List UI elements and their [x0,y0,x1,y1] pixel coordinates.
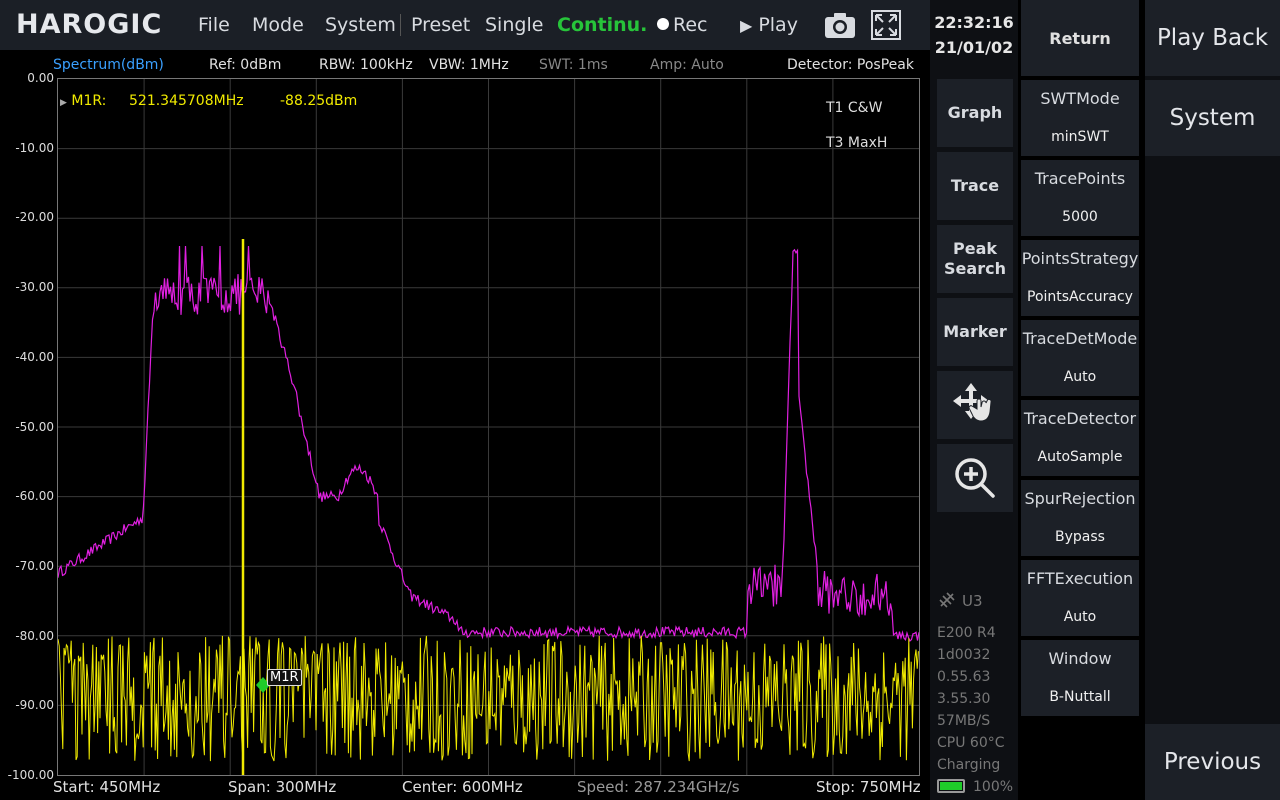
sweep-speed: Speed: 287.234GHz/s [577,778,740,796]
start-frequency[interactable]: Start: 450MHz [53,778,160,796]
y-tick: -30.00 [15,280,54,294]
clock-time: 22:32:16 [934,13,1014,32]
nav-peak-label: Peak [952,239,997,258]
nav-marker[interactable]: Marker [937,298,1013,366]
mode-label[interactable]: Spectrum(dBm) [53,57,164,73]
param-title: SpurRejection [1024,489,1136,508]
marker-readout: ▶ M1R: [60,93,107,109]
rec-button[interactable]: Rec [657,14,707,36]
nav-peak-search[interactable]: Peak Search [937,225,1013,293]
menu-system[interactable]: System [325,14,396,36]
menu-file[interactable]: File [198,14,230,36]
clock: 22:32:16 21/01/02 [930,10,1018,60]
y-tick: -100.00 [7,768,54,782]
record-icon [657,18,669,30]
param-tracepoints[interactable]: TracePoints 5000 [1021,160,1139,236]
swt-value[interactable]: SWT: 1ms [539,57,608,73]
rec-label: Rec [673,14,708,36]
param-title: SWTMode [1040,89,1120,108]
param-value: minSWT [1051,129,1109,145]
y-tick: -80.00 [15,629,54,643]
y-tick: -40.00 [15,350,54,364]
stop-frequency[interactable]: Stop: 750MHz [816,778,921,796]
param-pointsstrategy[interactable]: PointsStrategy PointsAccuracy [1021,240,1139,316]
param-fftexecution[interactable]: FFTExecution Auto [1021,560,1139,636]
detector-value[interactable]: Detector: PosPeak [787,57,914,73]
usb-icon [937,590,957,614]
param-value: Auto [1063,609,1097,625]
param-title: FFTExecution [1026,569,1134,588]
param-title: PointsStrategy [1021,249,1139,268]
param-value: PointsAccuracy [1027,289,1133,305]
play-label: Play [758,14,798,36]
menu-divider [400,14,401,36]
param-value: 5000 [1062,209,1098,225]
usb-label: U3 [962,592,983,610]
param-value: Bypass [1055,529,1105,545]
pan-icon[interactable] [937,371,1013,439]
param-title: TraceDetMode [1022,329,1138,348]
y-tick: -90.00 [15,698,54,712]
marker-frequency: 521.345708MHz [129,93,244,109]
param-value: B-Nuttall [1049,689,1111,705]
y-tick: -60.00 [15,489,54,503]
param-title: TraceDetector [1023,409,1137,428]
param-tracedetector[interactable]: TraceDetector AutoSample [1021,400,1139,476]
marker-tag[interactable]: M1R [267,669,302,686]
y-tick: -20.00 [15,210,54,224]
amp-value[interactable]: Amp: Auto [650,57,724,73]
nav-trace[interactable]: Trace [937,152,1013,220]
device-build: 1d0032 [937,647,991,663]
harogic-logo: HAROGIC [16,9,163,40]
vbw-value[interactable]: VBW: 1MHz [429,57,509,73]
param-value: AutoSample [1037,449,1123,465]
play-icon: ▶ [740,16,753,35]
battery-percent: 100% [973,779,1014,795]
param-value: Auto [1063,369,1097,385]
legend-t1[interactable]: T1 C&W [826,100,882,116]
marker-label: M1R: [71,93,107,109]
span-value[interactable]: Span: 300MHz [228,778,336,796]
zoom-in-icon[interactable] [937,444,1013,512]
fullscreen-icon[interactable] [871,10,901,44]
camera-icon[interactable] [824,11,856,43]
marker-level: -88.25dBm [280,93,358,109]
cpu-temperature: CPU 60°C [937,735,1005,751]
center-frequency[interactable]: Center: 600MHz [402,778,523,796]
y-tick: 0.00 [27,71,54,85]
param-swtmode[interactable]: SWTMode minSWT [1021,80,1139,156]
firmware-version: 0.55.63 [937,669,991,685]
charging-status: Charging [937,757,1001,773]
param-spurrejection[interactable]: SpurRejection Bypass [1021,480,1139,556]
rbw-value[interactable]: RBW: 100kHz [319,57,413,73]
y-tick: -50.00 [15,420,54,434]
device-model: E200 R4 [937,625,996,641]
y-tick: -10.00 [15,141,54,155]
clock-date: 21/01/02 [934,38,1014,57]
battery-icon [937,779,965,793]
data-rate: 57MB/S [937,713,991,729]
menu-preset[interactable]: Preset [411,14,470,36]
playback-button[interactable]: Play Back [1145,0,1280,76]
param-window[interactable]: Window B-Nuttall [1021,640,1139,716]
nav-search-label: Search [944,259,1006,278]
menu-mode[interactable]: Mode [252,14,304,36]
param-tracedetmode[interactable]: TraceDetMode Auto [1021,320,1139,396]
previous-button[interactable]: Previous [1145,724,1280,800]
plot-grid [58,79,919,775]
menu-continuous[interactable]: Continu. [557,14,647,36]
spectrum-plot[interactable] [57,78,920,776]
system-button[interactable]: System [1145,80,1280,156]
param-title: Window [1048,649,1112,668]
play-button[interactable]: ▶ Play [740,14,798,36]
legend-t3[interactable]: T3 MaxH [826,135,887,151]
nav-graph[interactable]: Graph [937,79,1013,147]
menu-single[interactable]: Single [485,14,543,36]
y-tick: -70.00 [15,559,54,573]
ref-level[interactable]: Ref: 0dBm [209,57,281,73]
param-title: TracePoints [1034,169,1126,188]
software-version: 3.55.30 [937,691,991,707]
return-button[interactable]: Return [1021,0,1139,76]
